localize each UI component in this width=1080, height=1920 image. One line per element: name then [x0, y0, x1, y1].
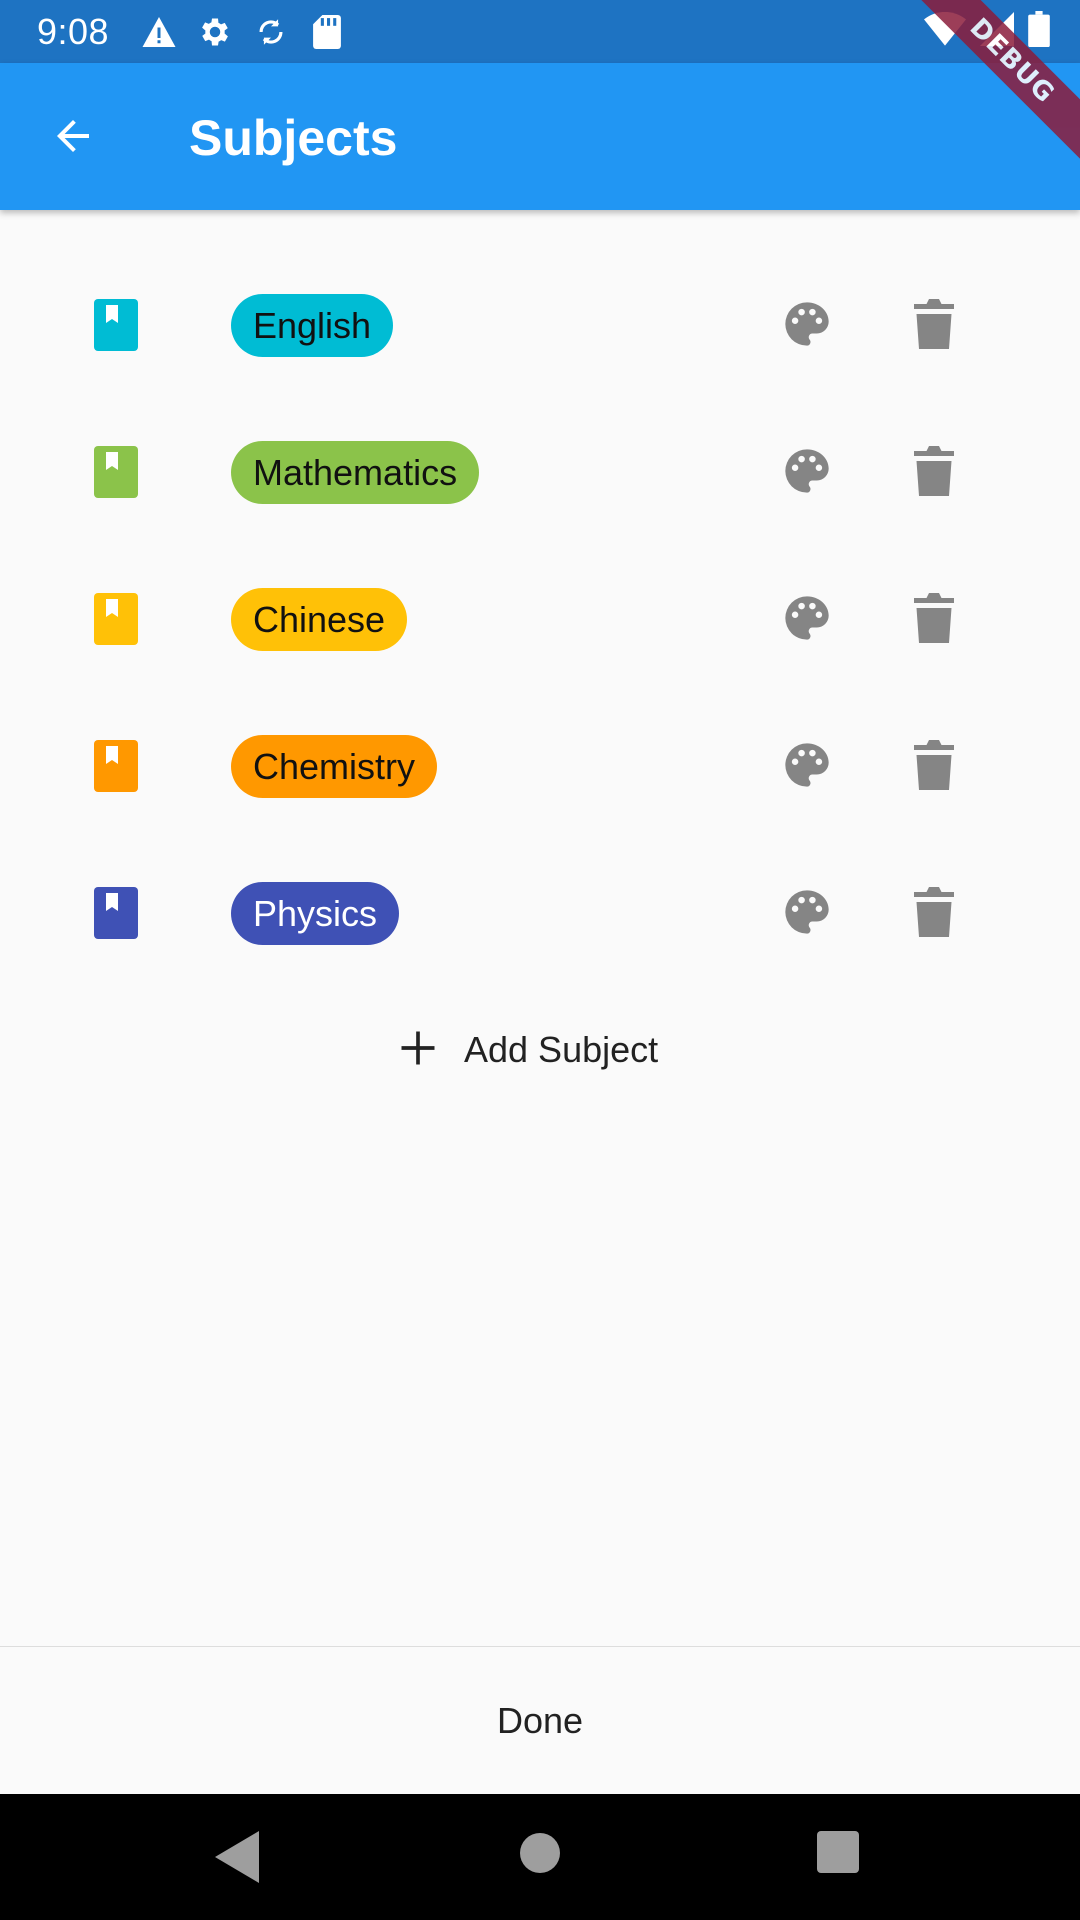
battery-icon [1028, 11, 1050, 52]
delete-button[interactable] [904, 295, 964, 357]
change-color-button[interactable] [776, 442, 838, 504]
subject-chip[interactable]: Mathematics [231, 441, 480, 504]
system-nav-bar [0, 1794, 1080, 1920]
add-subject-label: Add Subject [464, 1029, 659, 1070]
subject-label: Chemistry [253, 745, 416, 787]
delete-button[interactable] [904, 442, 964, 504]
warning-icon [139, 12, 179, 52]
subject-label: Chinese [253, 598, 386, 640]
add-icon [396, 1026, 440, 1075]
palette-icon [781, 445, 833, 502]
book-icon [94, 740, 138, 792]
subject-label: English [253, 304, 372, 346]
palette-icon [781, 592, 833, 649]
change-color-button[interactable] [776, 883, 838, 945]
subject-row: English [0, 257, 1080, 404]
delete-icon [914, 592, 954, 648]
add-subject-button[interactable]: Add Subject [396, 1015, 658, 1085]
delete-icon [914, 445, 954, 501]
subject-chip[interactable]: English [231, 294, 394, 357]
subject-list: English Mathematics Chinese Chemistry Ph… [0, 257, 1080, 992]
back-button[interactable] [37, 102, 109, 174]
delete-icon [914, 739, 954, 795]
change-color-button[interactable] [776, 295, 838, 357]
status-bar: 9:08 [0, 0, 1080, 63]
change-color-button[interactable] [776, 736, 838, 798]
subject-row: Chinese [0, 551, 1080, 698]
change-color-button[interactable] [776, 589, 838, 651]
palette-icon [781, 739, 833, 796]
delete-button[interactable] [904, 736, 964, 798]
sd-card-icon [307, 12, 347, 52]
book-icon [94, 299, 138, 351]
subject-row: Mathematics [0, 404, 1080, 551]
delete-button[interactable] [904, 883, 964, 945]
subject-label: Physics [253, 892, 378, 934]
settings-icon [195, 12, 235, 52]
subject-chip[interactable]: Chemistry [231, 735, 438, 798]
nav-back-icon[interactable] [215, 1831, 263, 1883]
book-icon [94, 593, 138, 645]
subject-row: Chemistry [0, 698, 1080, 845]
subject-chip[interactable]: Chinese [231, 588, 408, 651]
book-icon [94, 446, 138, 498]
palette-icon [781, 298, 833, 355]
subject-label: Mathematics [253, 451, 458, 493]
subject-row: Physics [0, 845, 1080, 992]
subject-chip[interactable]: Physics [231, 882, 400, 945]
book-icon [94, 887, 138, 939]
sync-icon [251, 12, 291, 52]
arrow-back-icon [49, 112, 97, 165]
delete-icon [914, 886, 954, 942]
app-bar: Subjects [0, 63, 1080, 210]
done-button[interactable]: Done [0, 1647, 1080, 1794]
nav-home-icon[interactable] [520, 1833, 560, 1873]
delete-button[interactable] [904, 589, 964, 651]
nav-recents-icon[interactable] [817, 1831, 859, 1873]
status-time: 9:08 [37, 10, 110, 52]
delete-icon [914, 298, 954, 354]
page-title: Subjects [189, 110, 398, 166]
palette-icon [781, 886, 833, 943]
